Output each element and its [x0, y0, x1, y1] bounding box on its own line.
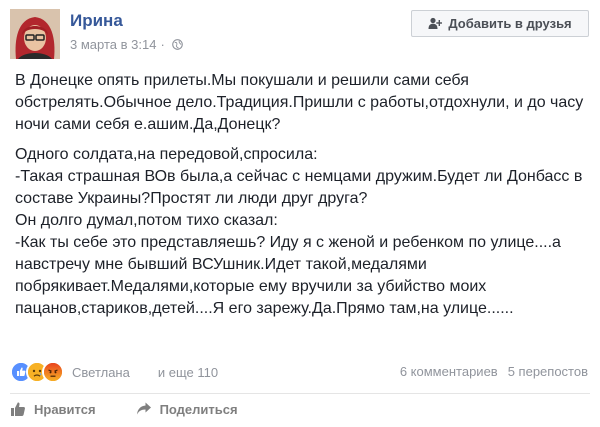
share-button[interactable]: Поделиться [136, 401, 238, 417]
post-meta: 3 марта в 3:14 · [70, 37, 183, 52]
globe-icon[interactable] [171, 39, 183, 50]
comments-count[interactable]: 6 комментариев [400, 364, 498, 379]
thumbs-up-icon [11, 402, 25, 416]
shares-count[interactable]: 5 перепостов [508, 364, 588, 379]
add-friend-button[interactable]: Добавить в друзья [411, 10, 589, 37]
share-icon [136, 402, 151, 415]
facebook-post: Ирина 3 марта в 3:14 · Добавить в друзья… [0, 0, 600, 427]
post-paragraph: Одного солдата,на передовой,спросила: -Т… [15, 146, 583, 317]
engagement-counts: 6 комментариев 5 перепостов [400, 364, 588, 379]
post-paragraph: В Донецке опять прилеты.Мы покушали и ре… [15, 72, 584, 133]
reaction-names[interactable]: Светлана [72, 365, 130, 380]
add-friend-icon [428, 17, 443, 29]
avatar-image [10, 9, 60, 59]
reaction-more[interactable]: и еще 110 [158, 365, 218, 380]
post-actions: Нравится Поделиться [10, 401, 238, 417]
share-label: Поделиться [159, 401, 238, 417]
author-name[interactable]: Ирина [70, 11, 123, 31]
divider [10, 393, 590, 394]
add-friend-label: Добавить в друзья [448, 16, 572, 31]
angry-icon[interactable] [42, 361, 64, 383]
meta-separator: · [160, 37, 165, 52]
like-button[interactable]: Нравится [10, 401, 96, 417]
reactions-summary[interactable]: Светлана и еще 110 [10, 360, 218, 384]
like-label: Нравится [34, 401, 96, 417]
avatar[interactable] [10, 9, 60, 59]
post-text: В Донецке опять прилеты.Мы покушали и ре… [15, 70, 593, 320]
post-timestamp[interactable]: 3 марта в 3:14 [70, 37, 156, 52]
